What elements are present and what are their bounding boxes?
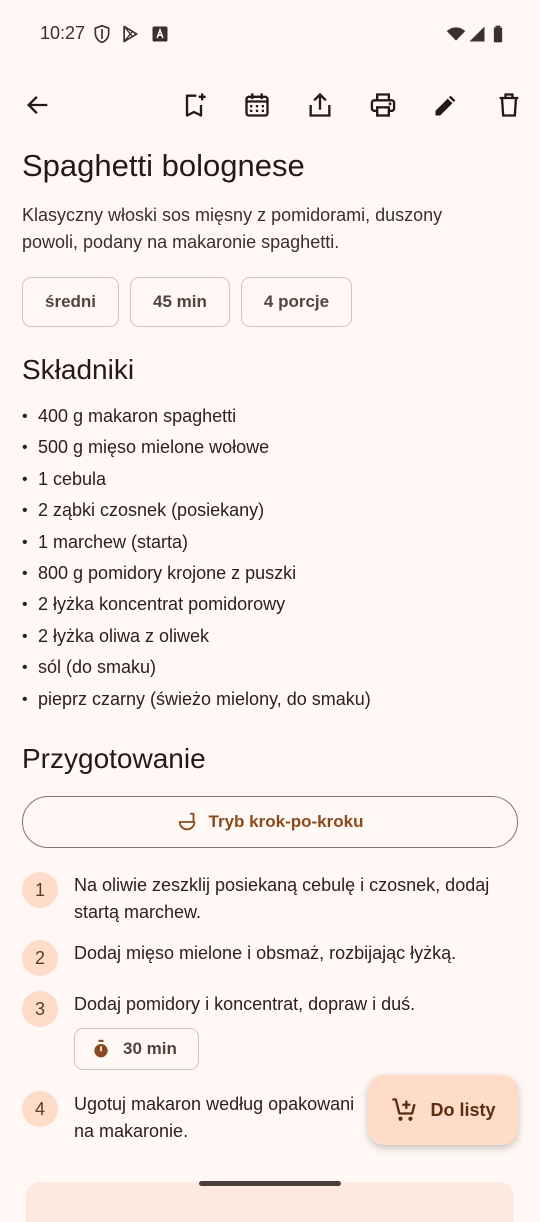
share-button[interactable] bbox=[296, 81, 344, 129]
recipe-meta-chips: średni 45 min 4 porcje bbox=[22, 277, 353, 327]
calendar-icon bbox=[245, 93, 269, 117]
status-bar: 10:27 bbox=[0, 0, 540, 70]
back-arrow-icon bbox=[27, 96, 48, 114]
recipe-description: Klasyczny włoski sos mięsny z pomidorami… bbox=[22, 205, 443, 252]
wifi-icon bbox=[446, 24, 466, 44]
step-text: Na oliwie zeszklij posiekaną cebulę i cz… bbox=[74, 875, 490, 922]
step-text: Dodaj pomidory i koncentrat, dopraw i du… bbox=[74, 994, 416, 1014]
battery-icon bbox=[488, 24, 508, 44]
step-number: 4 bbox=[22, 1091, 58, 1127]
timer-label: 30 min bbox=[123, 1039, 177, 1058]
list-item: • 2 ząbki czosnek (posiekany) bbox=[22, 500, 265, 521]
list-item: • sól (do smaku) bbox=[22, 657, 157, 678]
servings-chip: 4 porcje bbox=[240, 277, 353, 327]
preparation-heading: Przygotowanie bbox=[22, 743, 206, 774]
delete-icon bbox=[499, 93, 519, 117]
step-number: 3 bbox=[22, 991, 58, 1027]
step-timer-chip[interactable]: 30 min bbox=[74, 1028, 199, 1070]
print-button[interactable] bbox=[359, 81, 407, 129]
share-icon bbox=[309, 92, 331, 117]
app-bar bbox=[0, 74, 540, 136]
edit-icon bbox=[435, 95, 456, 116]
fab-label: Do listy bbox=[430, 1099, 496, 1120]
bookmark-add-icon bbox=[185, 93, 206, 117]
status-time: 10:27 bbox=[40, 23, 86, 43]
step-number: 2 bbox=[22, 940, 58, 976]
shield-icon bbox=[92, 24, 112, 44]
add-to-calendar-button[interactable] bbox=[233, 81, 281, 129]
list-item: • 2 łyżka koncentrat pomidorowy bbox=[22, 594, 286, 615]
list-item: • 2 łyżka oliwa z oliwek bbox=[22, 625, 210, 646]
cart-add-icon bbox=[392, 1098, 417, 1121]
bottom-sheet-edge bbox=[26, 1182, 514, 1222]
add-to-shopping-list-button[interactable]: Do listy bbox=[368, 1075, 518, 1145]
step-mode-label: Tryb krok-po-kroku bbox=[208, 812, 364, 831]
font-icon bbox=[150, 24, 170, 44]
back-button[interactable] bbox=[14, 81, 62, 129]
list-item: • 800 g pomidory krojone z puszki bbox=[22, 562, 297, 583]
timer-icon bbox=[94, 1039, 108, 1058]
print-icon bbox=[370, 93, 396, 117]
ladle-icon bbox=[178, 812, 195, 831]
list-item: • 400 g makaron spaghetti bbox=[22, 406, 237, 426]
edit-button[interactable] bbox=[422, 81, 470, 129]
list-item: • 1 marchew (starta) bbox=[22, 531, 189, 552]
play-store-icon bbox=[120, 24, 140, 44]
delete-button[interactable] bbox=[485, 81, 533, 129]
list-item: • 1 cebula bbox=[22, 468, 107, 489]
signal-icon bbox=[467, 24, 487, 44]
bookmark-add-button[interactable] bbox=[170, 81, 218, 129]
step-number: 1 bbox=[22, 872, 58, 908]
step-by-step-mode-button[interactable]: Tryb krok-po-kroku bbox=[22, 796, 518, 848]
step-text: Dodaj mięso mielone i obsmaż, rozbijając… bbox=[74, 943, 457, 963]
list-item: • pieprz czarny (świeżo mielony, do smaku… bbox=[22, 688, 371, 709]
difficulty-chip: średni bbox=[22, 277, 120, 327]
recipe-title: Spaghetti bolognese bbox=[22, 148, 305, 183]
time-chip: 45 min bbox=[130, 277, 230, 327]
ingredients-heading: Składniki bbox=[22, 354, 135, 385]
ingredients-list: • 400 g makaron spaghetti • 500 g mięso mi… bbox=[22, 401, 371, 715]
list-item: • 500 g mięso mielone wołowe bbox=[22, 437, 270, 458]
home-indicator[interactable] bbox=[199, 1181, 341, 1186]
